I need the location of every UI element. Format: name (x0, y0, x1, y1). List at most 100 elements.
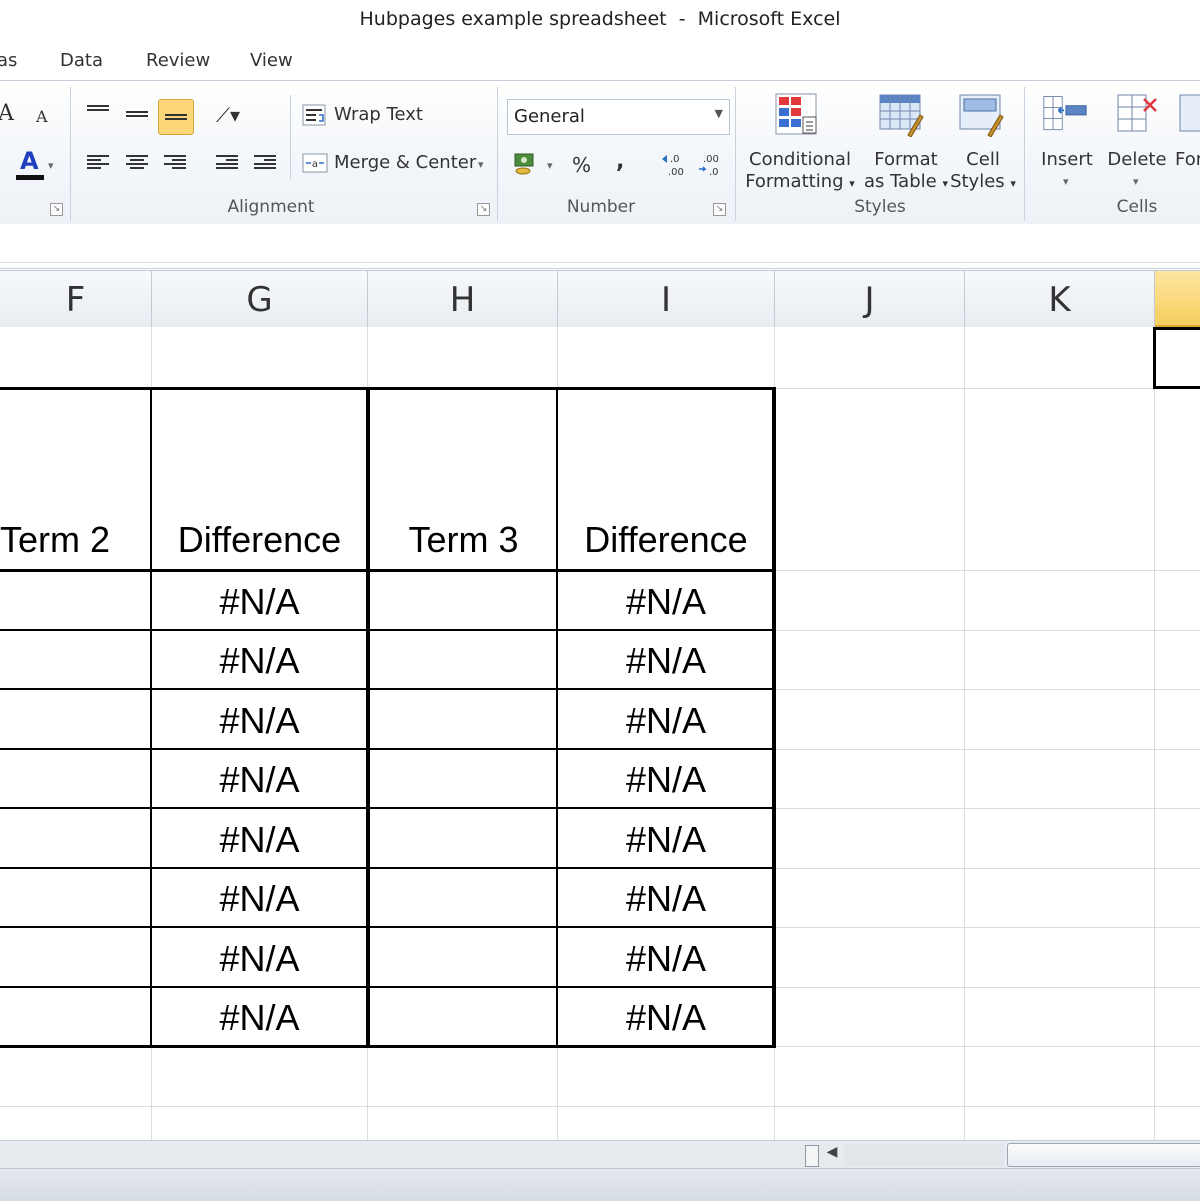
wrap-text-button[interactable]: Wrap Text (302, 103, 423, 131)
table-cell-i[interactable]: #N/A (558, 878, 774, 920)
font-dialog-launcher-icon[interactable]: ↘ (50, 203, 63, 216)
table-cell-g[interactable]: #N/A (152, 878, 367, 920)
header-difference-i[interactable]: Difference (558, 519, 774, 561)
comma-style-button[interactable]: , (616, 149, 624, 174)
chevron-down-icon: ▾ (849, 177, 855, 190)
align-right-icon[interactable] (164, 153, 186, 171)
gridline (0, 1106, 1200, 1107)
ribbon: A A A ▾ ↘ ⟋▾ Wrap Text a Merge & Center (0, 80, 1200, 226)
table-cell-g[interactable]: #N/A (152, 581, 367, 623)
header-term-2[interactable]: Term 2 (0, 519, 110, 561)
table-cell-g[interactable]: #N/A (152, 997, 367, 1039)
table-cell-i[interactable]: #N/A (558, 759, 774, 801)
formula-bar-area[interactable] (0, 224, 1200, 269)
scroll-thumb[interactable] (1007, 1143, 1200, 1167)
horizontal-scrollbar[interactable]: ◀ (0, 1140, 1200, 1169)
table-cell-i[interactable]: #N/A (558, 581, 774, 623)
accounting-format-button[interactable]: ▾ (513, 151, 559, 179)
group-divider (735, 87, 736, 221)
accounting-icon (514, 153, 534, 175)
font-color-button[interactable]: A ▾ (14, 147, 54, 181)
tab-formulas[interactable]: as (0, 50, 17, 71)
group-divider (70, 87, 71, 221)
svg-text:.0: .0 (670, 154, 680, 165)
header-term-3[interactable]: Term 3 (370, 519, 557, 561)
conditional-formatting-line2: Formatting (745, 171, 844, 192)
alignment-dialog-launcher-icon[interactable]: ↘ (477, 203, 490, 216)
percent-style-button[interactable]: % (572, 153, 591, 177)
column-header-j[interactable]: J (775, 271, 965, 328)
cell-styles-button[interactable]: Cell Styles ▾ (948, 91, 1018, 195)
scroll-track[interactable] (844, 1144, 1004, 1166)
table-cell-i[interactable]: #N/A (558, 819, 774, 861)
column-header-g[interactable]: G (152, 271, 368, 328)
formula-bar-divider (0, 262, 1200, 263)
format-as-table-line1: Format (874, 149, 938, 170)
table-cell-g[interactable]: #N/A (152, 819, 367, 861)
worksheet-grid[interactable]: Term 2 Difference Term 3 Difference #N/A… (0, 327, 1200, 1140)
table-cell-g[interactable]: #N/A (152, 938, 367, 980)
column-headers: F G H I J K (0, 270, 1200, 329)
chevron-down-icon: ▾ (1010, 177, 1016, 190)
scroll-left-icon[interactable]: ◀ (824, 1144, 840, 1164)
table-cell-i[interactable]: #N/A (558, 938, 774, 980)
table-border (0, 629, 776, 631)
align-top-icon[interactable] (87, 103, 109, 121)
align-middle-icon[interactable] (126, 109, 148, 127)
number-dialog-launcher-icon[interactable]: ↘ (713, 203, 726, 216)
decrease-decimal-button[interactable]: .00 .0 (697, 151, 727, 179)
decrease-indent-icon[interactable] (216, 153, 238, 171)
wrap-text-label: Wrap Text (334, 104, 423, 125)
shrink-font-button[interactable]: A (36, 107, 48, 126)
table-border (0, 986, 776, 988)
number-group-label: Number (566, 197, 636, 217)
cell-styles-icon (959, 94, 1004, 137)
format-cells-button[interactable]: For (1174, 91, 1200, 195)
chevron-down-icon: ▾ (478, 158, 484, 171)
column-header-i[interactable]: I (558, 271, 775, 328)
align-bottom-button[interactable] (158, 99, 194, 135)
column-header-k[interactable]: K (965, 271, 1155, 328)
merge-center-label: Merge & Center (334, 152, 477, 173)
format-label: For (1175, 149, 1200, 170)
format-as-table-line2: as Table (864, 171, 937, 192)
orientation-icon[interactable]: ⟋▾ (216, 103, 240, 127)
column-header-h[interactable]: H (368, 271, 558, 328)
table-cell-i[interactable]: #N/A (558, 700, 774, 742)
tab-review[interactable]: Review (146, 50, 210, 71)
active-cell[interactable] (1153, 327, 1200, 389)
group-divider (497, 87, 498, 221)
delete-label: Delete (1107, 149, 1167, 170)
status-bar (0, 1168, 1200, 1201)
grow-font-button[interactable]: A (0, 101, 14, 126)
column-header-selected[interactable] (1155, 271, 1200, 328)
table-cell-i[interactable]: #N/A (558, 640, 774, 682)
number-format-select[interactable]: General ▼ (507, 99, 730, 135)
increase-indent-icon[interactable] (254, 153, 276, 171)
table-cell-g[interactable]: #N/A (152, 640, 367, 682)
conditional-formatting-label: Conditional Formatting ▾ (745, 149, 855, 195)
tab-view[interactable]: View (250, 50, 293, 71)
insert-cells-button[interactable]: Insert ▾ (1036, 91, 1098, 195)
table-cell-i[interactable]: #N/A (558, 997, 774, 1039)
delete-cells-button[interactable]: Delete ▾ (1104, 91, 1170, 195)
format-as-table-button[interactable]: Format as Table ▾ (860, 91, 952, 195)
merge-center-button[interactable]: a Merge & Center ▾ (302, 151, 484, 179)
conditional-formatting-button[interactable]: Conditional Formatting ▾ (745, 91, 855, 195)
font-color-label: A (20, 147, 39, 175)
tab-data[interactable]: Data (60, 50, 103, 71)
chevron-down-icon: ▾ (1063, 175, 1069, 188)
scroll-split-handle[interactable] (805, 1145, 819, 1167)
chevron-down-icon: ▾ (48, 159, 54, 172)
table-border (0, 926, 776, 928)
window-title: Hubpages example spreadsheet - Microsoft… (359, 8, 841, 30)
column-header-f[interactable]: F (0, 271, 152, 328)
format-cells-icon (1179, 94, 1200, 132)
table-cell-g[interactable]: #N/A (152, 759, 367, 801)
table-cell-g[interactable]: #N/A (152, 700, 367, 742)
align-left-icon[interactable] (87, 153, 109, 171)
cell-styles-line1: Cell (966, 149, 1000, 170)
header-difference-g[interactable]: Difference (152, 519, 367, 561)
increase-decimal-button[interactable]: .0 .00 (660, 151, 690, 179)
align-center-icon[interactable] (126, 153, 148, 171)
